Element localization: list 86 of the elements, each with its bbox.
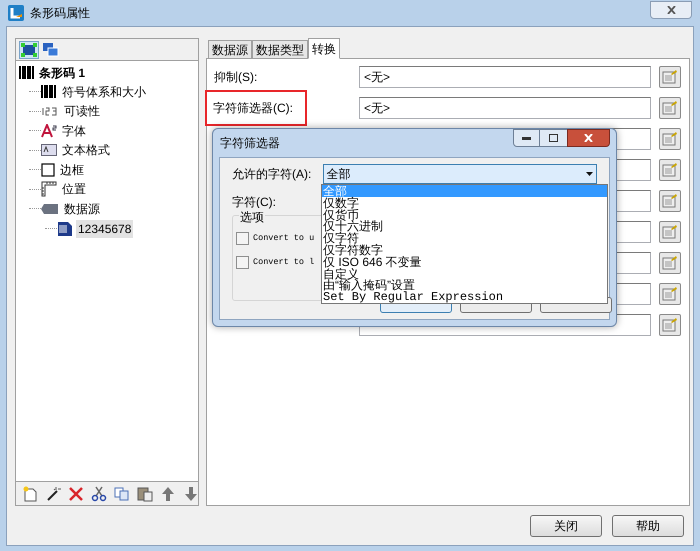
document-edit-icon — [662, 286, 678, 302]
close-button[interactable] — [650, 1, 692, 19]
close-icon — [666, 6, 676, 14]
document-edit-icon — [662, 255, 678, 271]
app-logo-icon — [8, 5, 24, 21]
ruler-icon — [41, 181, 57, 198]
document-icon — [57, 220, 73, 236]
edit-icon-button[interactable] — [659, 128, 681, 150]
document-edit-icon — [662, 317, 678, 333]
checkbox-label: Convert to u — [253, 232, 314, 244]
arrow-up-icon[interactable] — [160, 486, 176, 502]
window-title: 条形码属性 — [30, 5, 90, 22]
cut-icon[interactable] — [91, 486, 107, 502]
tab[interactable]: 数据源 — [208, 40, 252, 58]
value-field[interactable]: <无> — [359, 97, 651, 119]
options-group-title: 选项 — [239, 208, 265, 226]
dialog-title: 字符筛选器 — [220, 135, 280, 152]
edit-icon-button[interactable] — [659, 66, 681, 88]
tree-item[interactable]: 数据源 — [63, 200, 101, 218]
edit-icon-button[interactable] — [659, 314, 681, 336]
edit-icon-button[interactable] — [659, 221, 681, 243]
edit-icon-button[interactable] — [659, 159, 681, 181]
tree-item[interactable]: 12345678 — [76, 220, 134, 238]
document-edit-icon — [662, 193, 678, 209]
paste-icon[interactable] — [137, 486, 153, 502]
edit-icon-button[interactable] — [659, 252, 681, 274]
dropdown-option[interactable]: 由“输入掩码”设置 — [322, 279, 607, 292]
allowed-characters-label: 允许的字符(A): — [232, 166, 312, 183]
close-icon — [584, 134, 593, 142]
maximize-icon — [549, 134, 558, 142]
barcode-icon — [19, 66, 35, 80]
minimize-button[interactable] — [513, 129, 540, 147]
tab[interactable]: 数据类型 — [252, 40, 308, 58]
font-icon — [41, 124, 57, 138]
tree-root-label[interactable]: 条形码 1 — [39, 64, 86, 82]
characters-label: 字符(C): — [232, 194, 276, 211]
minimize-icon — [522, 136, 531, 140]
document-edit-icon — [662, 162, 678, 178]
edit-icon-button[interactable] — [659, 97, 681, 119]
edit-icon-button[interactable] — [659, 190, 681, 212]
dropdown-option[interactable]: 仅字符 — [322, 232, 607, 244]
new-item-icon[interactable] — [22, 486, 38, 502]
document-edit-icon — [662, 224, 678, 240]
square-icon — [41, 162, 55, 177]
field-label: 字符筛选器(C): — [207, 92, 305, 124]
checkbox-label: Convert to l — [253, 256, 314, 268]
copy-icon[interactable] — [114, 486, 130, 502]
dropdown-option[interactable]: 仅字符数字 — [322, 244, 607, 256]
document-edit-icon — [662, 131, 678, 147]
dropdown-option[interactable]: 仅货币 — [322, 208, 607, 220]
numbers-icon — [41, 106, 59, 116]
edit-icon-button[interactable] — [659, 283, 681, 305]
tree-item[interactable]: 可读性 — [63, 102, 101, 120]
checkbox[interactable] — [236, 256, 249, 268]
data-source-icon — [41, 202, 59, 216]
document-edit-icon — [662, 69, 678, 85]
value-field[interactable]: <无> — [359, 66, 651, 88]
maximize-button[interactable] — [540, 129, 567, 147]
dialog-action-button[interactable]: 关闭 — [530, 515, 602, 537]
arrow-down-icon[interactable] — [183, 486, 199, 502]
dialog-action-button[interactable]: 帮助 — [612, 515, 684, 537]
text-format-icon — [41, 143, 57, 158]
tree-item[interactable]: 文本格式 — [61, 141, 111, 160]
dropdown-option[interactable]: 仅数字 — [322, 196, 607, 209]
layers-icon — [43, 42, 59, 56]
close-button[interactable] — [567, 129, 610, 147]
document-edit-icon — [662, 100, 678, 116]
tree-item[interactable]: 符号体系和大小 — [61, 82, 147, 101]
dropdown-option[interactable]: Set By Regular Expression — [322, 291, 607, 303]
tree-item[interactable]: 字体 — [61, 122, 87, 140]
dropdown-option[interactable]: 仅十六进制 — [322, 220, 607, 232]
wand-icon[interactable] — [45, 486, 61, 502]
caret-icon — [586, 172, 593, 176]
barcode-icon — [41, 84, 57, 99]
allowed-characters-dropdown[interactable]: 全部 — [322, 164, 597, 184]
field-label: 抑制(S): — [213, 69, 258, 86]
nodes-icon — [21, 42, 37, 56]
nodes-view-button[interactable] — [19, 40, 39, 58]
tab[interactable]: 转换 — [308, 38, 340, 59]
layers-view-button[interactable] — [41, 40, 61, 58]
checkbox[interactable] — [236, 232, 249, 244]
delete-icon[interactable] — [68, 486, 84, 502]
dropdown-option[interactable]: 自定义 — [322, 268, 607, 280]
dropdown-option[interactable]: 仅 ISO 646 不变量 — [322, 256, 607, 268]
tree-item[interactable]: 边框 — [59, 160, 85, 179]
tree-item[interactable]: 位置 — [61, 180, 87, 198]
